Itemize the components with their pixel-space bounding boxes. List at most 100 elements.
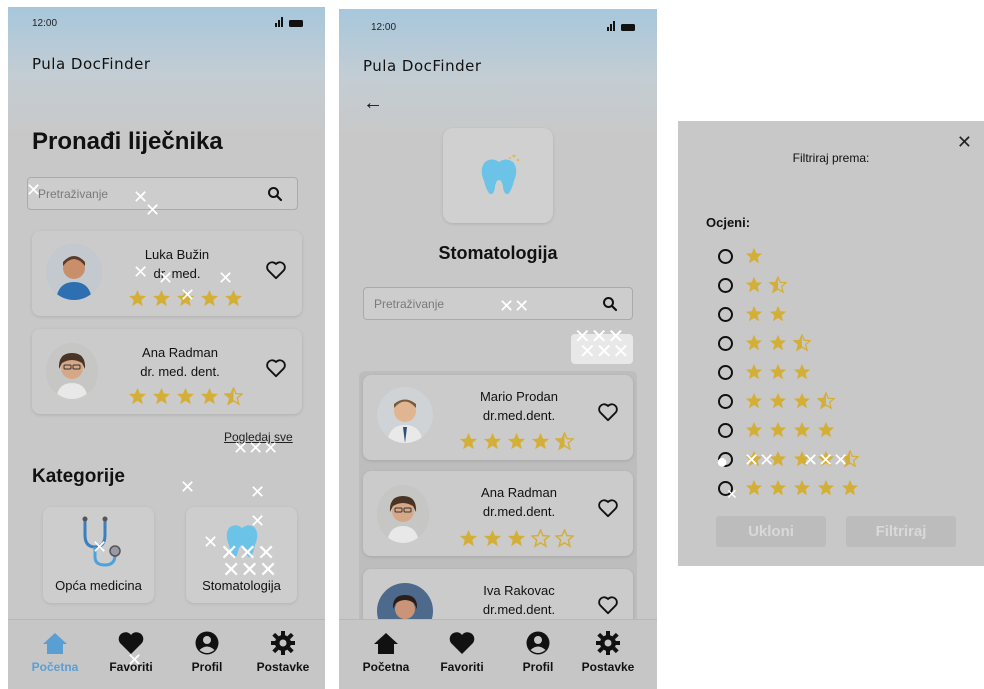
doctor-avatar bbox=[377, 387, 433, 443]
system-icons bbox=[275, 17, 303, 27]
half-star-icon bbox=[793, 334, 811, 352]
signal-icon bbox=[275, 17, 283, 27]
radio-button[interactable] bbox=[718, 277, 733, 293]
rating-option[interactable] bbox=[718, 303, 787, 325]
star-icon bbox=[176, 387, 195, 405]
search-input[interactable]: Pretraživanje bbox=[363, 287, 633, 320]
star-icon bbox=[200, 289, 219, 307]
rating-option[interactable] bbox=[718, 361, 811, 383]
apply-filter-button[interactable]: Filtriraj bbox=[846, 516, 956, 547]
nav-profile[interactable]: Profil bbox=[503, 630, 573, 674]
settings-icon bbox=[271, 631, 295, 655]
star-icon bbox=[841, 479, 859, 496]
doctor-title: dr. med. bbox=[153, 266, 201, 281]
tooth-icon bbox=[481, 154, 520, 195]
nav-home[interactable]: Početna bbox=[20, 630, 90, 674]
radio-button[interactable] bbox=[718, 248, 733, 264]
rating-option[interactable] bbox=[718, 419, 835, 441]
signal-icon bbox=[607, 21, 615, 31]
status-bar: 12:00 bbox=[339, 9, 657, 39]
category-label: Opća medicina bbox=[55, 578, 142, 593]
rating-stars bbox=[745, 421, 835, 439]
empty-star-icon bbox=[531, 529, 550, 548]
radio-button[interactable] bbox=[718, 393, 733, 409]
system-icons bbox=[607, 21, 635, 31]
back-arrow-icon[interactable]: ← bbox=[363, 93, 383, 113]
nav-label: Favoriti bbox=[440, 660, 484, 674]
doctor-card[interactable]: Luka Bužin dr. med. bbox=[32, 231, 302, 316]
search-icon[interactable] bbox=[602, 296, 618, 312]
star-icon bbox=[745, 479, 763, 496]
rating-stars bbox=[745, 363, 811, 381]
radio-button[interactable] bbox=[718, 306, 733, 322]
rating-stars bbox=[745, 479, 859, 497]
star-icon bbox=[531, 432, 550, 450]
doctor-title: dr. med. dent. bbox=[140, 364, 220, 379]
page-title: Pronađi liječnika bbox=[32, 128, 223, 155]
nav-settings[interactable]: Postavke bbox=[248, 630, 318, 674]
star-icon bbox=[817, 479, 835, 496]
rating-stars bbox=[745, 276, 787, 294]
home-icon bbox=[374, 633, 398, 654]
filter-button[interactable] bbox=[571, 334, 633, 364]
category-card-dentistry[interactable]: Stomatologija bbox=[186, 507, 297, 603]
filter-panel: ✕ Filtriraj prema: Ocjeni: Ukloni Filtri… bbox=[678, 121, 984, 566]
star-icon bbox=[745, 276, 763, 293]
nav-favorites[interactable]: Favoriti bbox=[96, 630, 166, 674]
favorite-heart-icon[interactable] bbox=[265, 358, 287, 378]
star-icon bbox=[128, 387, 147, 405]
star-icon bbox=[152, 289, 171, 307]
half-star-icon bbox=[841, 450, 859, 468]
star-icon bbox=[152, 387, 171, 405]
nav-settings[interactable]: Postavke bbox=[573, 630, 643, 674]
radio-button[interactable] bbox=[718, 335, 733, 351]
status-time: 12:00 bbox=[371, 22, 397, 33]
rating-label: Ocjeni: bbox=[706, 215, 751, 230]
favorite-heart-icon[interactable] bbox=[265, 260, 287, 280]
rating-option[interactable] bbox=[718, 477, 859, 499]
doctor-card[interactable]: Ana Radman dr. med. dent. bbox=[32, 329, 302, 414]
favorite-heart-icon[interactable] bbox=[597, 498, 619, 518]
see-all-link[interactable]: Pogledaj sve bbox=[224, 430, 293, 444]
rating-option[interactable] bbox=[718, 448, 859, 470]
app-title: Pula DocFinder bbox=[363, 57, 482, 75]
settings-icon bbox=[596, 631, 620, 655]
radio-button[interactable] bbox=[718, 451, 733, 467]
nav-profile[interactable]: Profil bbox=[172, 630, 242, 674]
star-icon bbox=[483, 529, 502, 547]
star-icon bbox=[745, 450, 763, 467]
profile-icon bbox=[526, 631, 550, 655]
category-card-general[interactable]: Opća medicina bbox=[43, 507, 154, 603]
favorite-heart-icon[interactable] bbox=[597, 402, 619, 422]
tooth-icon bbox=[226, 525, 258, 558]
nav-label: Postavke bbox=[256, 660, 310, 674]
x-mark: ✕ bbox=[250, 482, 266, 502]
doctor-card[interactable]: Ana Radman dr.med.dent. bbox=[363, 471, 633, 556]
rating-option[interactable] bbox=[718, 274, 787, 296]
doctor-name: Iva Rakovac bbox=[483, 583, 555, 598]
close-icon[interactable]: ✕ bbox=[957, 133, 972, 151]
favorite-heart-icon[interactable] bbox=[597, 595, 619, 615]
rating-stars bbox=[745, 305, 787, 323]
nav-label: Početna bbox=[31, 660, 79, 674]
nav-favorites[interactable]: Favoriti bbox=[427, 630, 497, 674]
radio-button[interactable] bbox=[718, 364, 733, 380]
doctor-name: Ana Radman bbox=[142, 345, 218, 360]
search-input[interactable]: Pretraživanje bbox=[27, 177, 298, 210]
radio-button[interactable] bbox=[718, 480, 733, 496]
empty-star-icon bbox=[555, 529, 574, 548]
rating-stars bbox=[745, 392, 835, 410]
remove-button[interactable]: Ukloni bbox=[716, 516, 826, 547]
nav-home[interactable]: Početna bbox=[351, 630, 421, 674]
rating-option[interactable] bbox=[718, 390, 835, 412]
star-icon bbox=[507, 432, 526, 450]
search-icon[interactable] bbox=[267, 186, 283, 202]
rating-option[interactable] bbox=[718, 332, 811, 354]
rating-option[interactable] bbox=[718, 245, 763, 267]
star-icon bbox=[793, 363, 811, 380]
doctor-card[interactable]: Mario Prodan dr.med.dent. bbox=[363, 375, 633, 460]
star-icon bbox=[769, 305, 787, 322]
battery-icon bbox=[289, 20, 303, 27]
home-icon bbox=[43, 633, 67, 654]
radio-button[interactable] bbox=[718, 422, 733, 438]
